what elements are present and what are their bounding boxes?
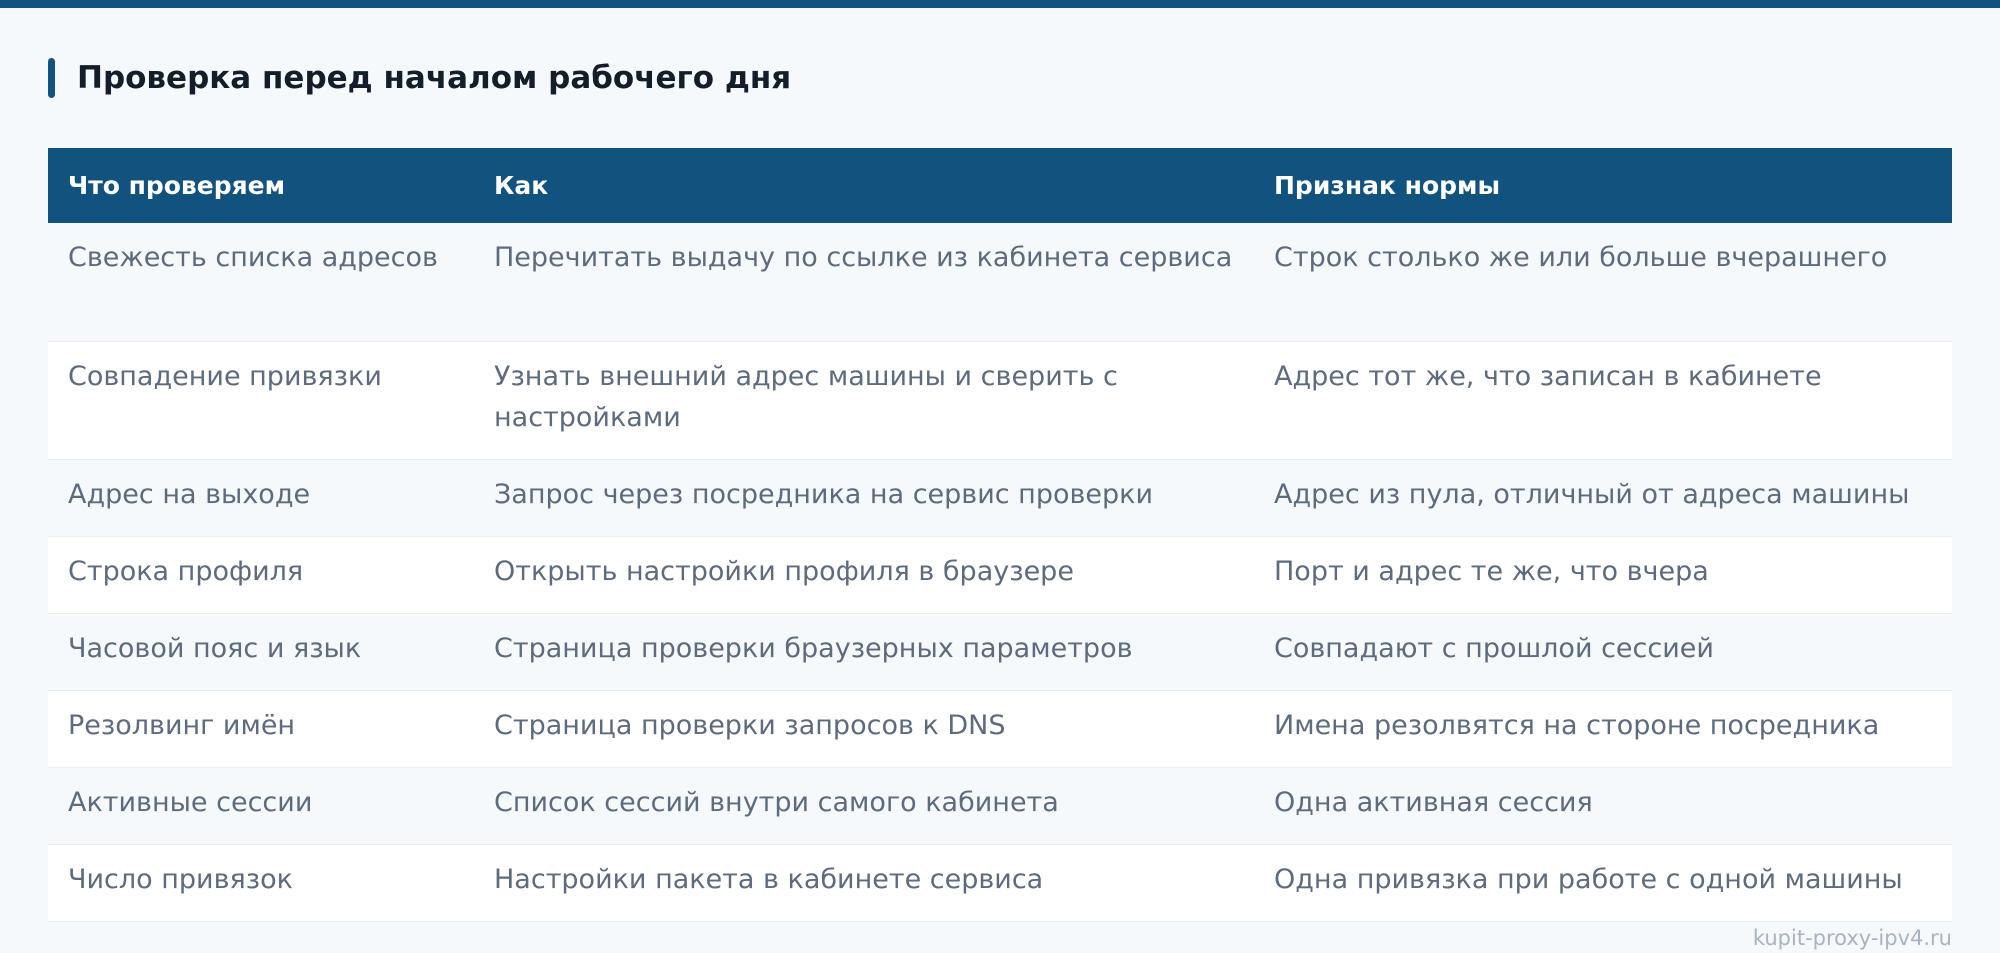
cell-norm: Адрес тот же, что записан в кабинете [1254,341,1952,460]
table-row: Адрес на выходе Запрос через посредника … [48,459,1952,537]
cell-norm: Одна привязка при работе с одной машины [1254,844,1952,922]
table-row: Часовой пояс и язык Страница проверки бр… [48,613,1952,691]
table-body: Свежесть списка адресов Перечитать выдач… [48,223,1952,922]
page: Проверка перед началом рабочего дня Что … [0,0,2000,953]
cell-what: Адрес на выходе [48,459,474,537]
site-watermark: kupit-proxy-ipv4.ru [1752,926,1952,950]
table-row: Совпадение привязки Узнать внешний адрес… [48,341,1952,460]
cell-norm: Имена резолвятся на стороне посредника [1254,690,1952,768]
table-row: Свежесть списка адресов Перечитать выдач… [48,223,1952,342]
cell-how: Перечитать выдачу по ссылке из кабинета … [474,223,1254,342]
column-header-norm: Признак нормы [1274,171,1501,200]
table-row: Резолвинг имён Страница проверки запросо… [48,690,1952,768]
cell-what: Часовой пояс и язык [48,613,474,691]
cell-how: Открыть настройки профиля в браузере [474,536,1254,614]
cell-what: Совпадение привязки [48,341,474,460]
heading-accent-bar [48,58,55,98]
cell-norm: Строк столько же или больше вчерашнего [1254,223,1952,342]
column-header-how: Как [494,171,549,200]
cell-how: Запрос через посредника на сервис провер… [474,459,1254,537]
cell-how: Страница проверки запросов к DNS [474,690,1254,768]
section-header: Проверка перед началом рабочего дня [48,58,791,98]
cell-how: Список сессий внутри самого кабинета [474,767,1254,845]
cell-what: Свежесть списка адресов [48,223,474,342]
table-row: Число привязок Настройки пакета в кабине… [48,844,1952,922]
checklist-table: Что проверяем Как Признак нормы Свежесть… [48,148,1952,922]
cell-what: Строка профиля [48,536,474,614]
cell-how: Настройки пакета в кабинете сервиса [474,844,1254,922]
cell-norm: Адрес из пула, отличный от адреса машины [1254,459,1952,537]
table-row: Строка профиля Открыть настройки профиля… [48,536,1952,614]
table-header-row: Что проверяем Как Признак нормы [48,148,1952,223]
cell-what: Активные сессии [48,767,474,845]
cell-what: Число привязок [48,844,474,922]
cell-what: Резолвинг имён [48,690,474,768]
cell-how: Страница проверки браузерных параметров [474,613,1254,691]
table-row: Активные сессии Список сессий внутри сам… [48,767,1952,845]
table-header: Что проверяем Как Признак нормы [48,148,1952,223]
cell-how: Узнать внешний адрес машины и сверить с … [474,341,1254,460]
section-title: Проверка перед началом рабочего дня [77,60,792,96]
cell-norm: Одна активная сессия [1254,767,1952,845]
cell-norm: Совпадают с прошлой сессией [1254,613,1952,691]
cell-norm: Порт и адрес те же, что вчера [1254,536,1952,614]
column-header-what: Что проверяем [68,171,286,200]
